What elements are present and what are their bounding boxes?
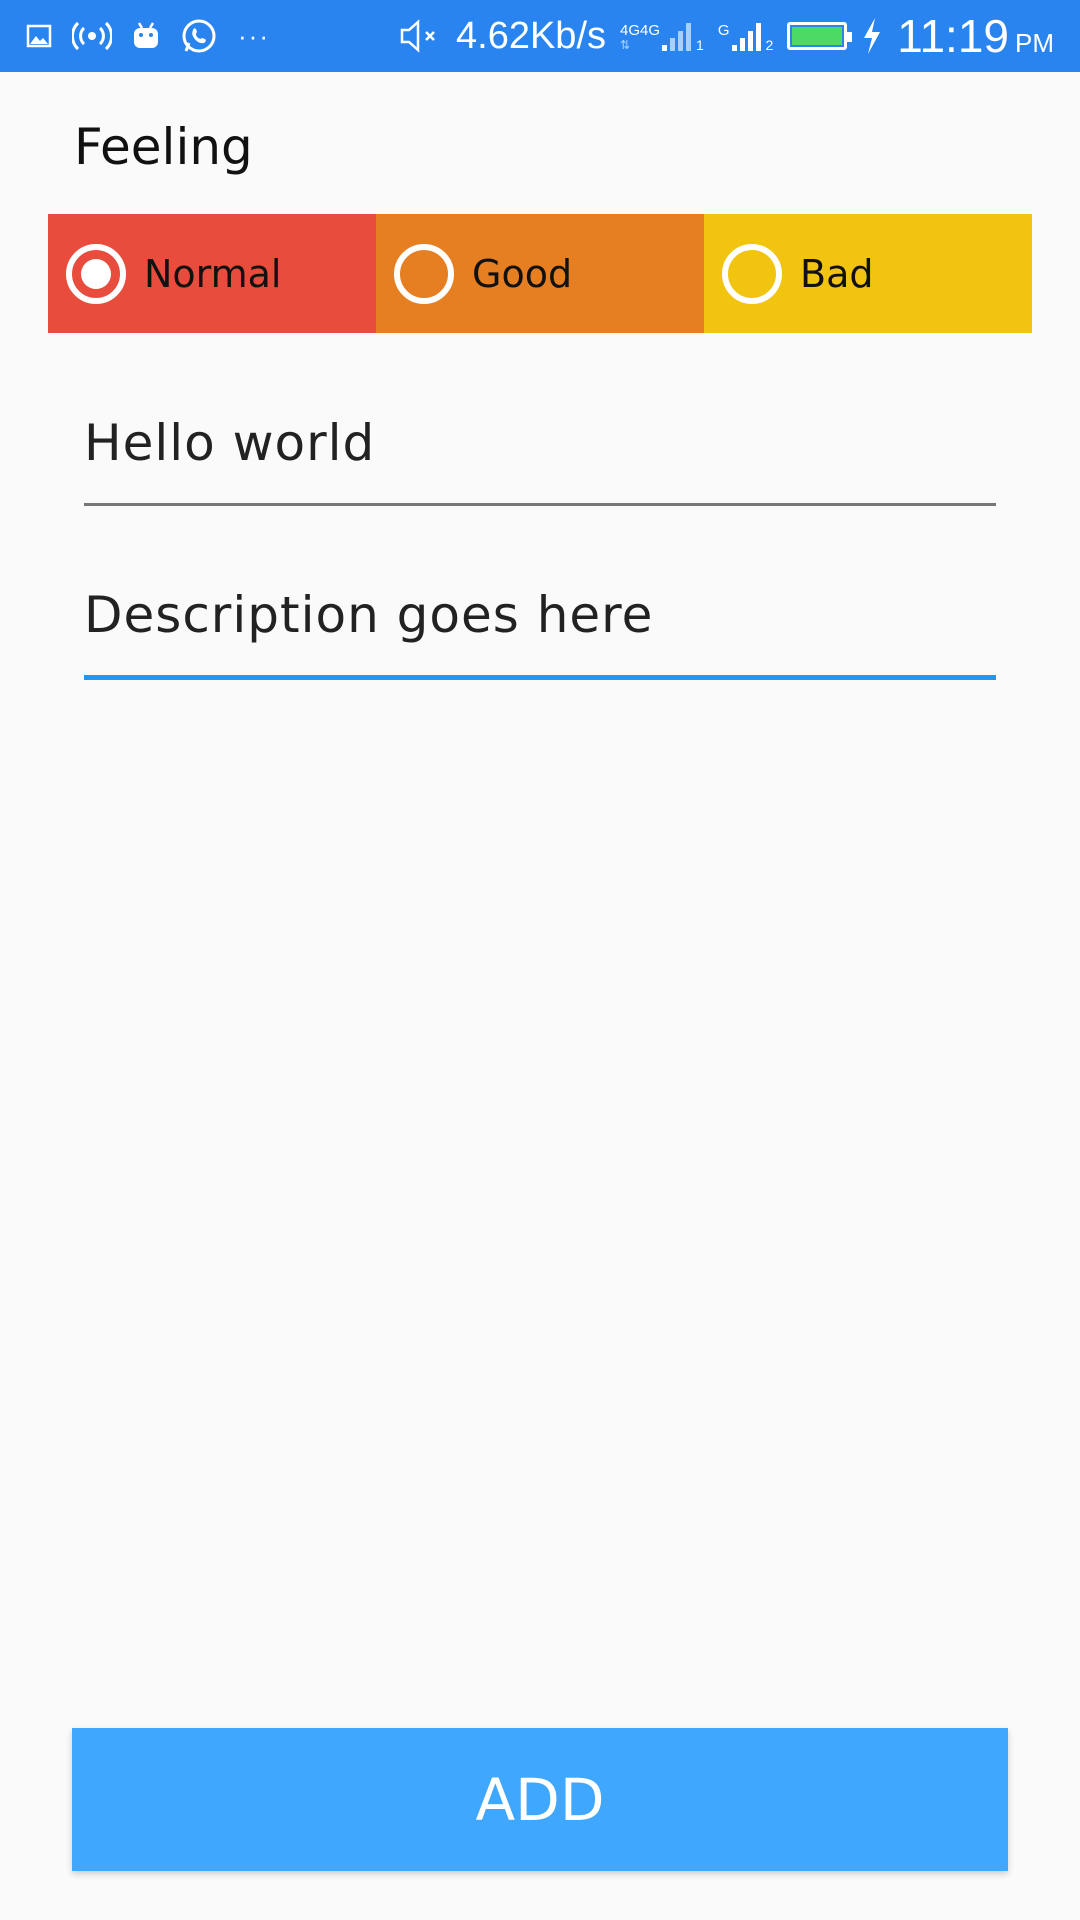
sim2-signal: G 2 (718, 19, 773, 53)
battery-fill (792, 27, 843, 45)
title-field[interactable]: Hello world (84, 400, 996, 506)
more-icon: ··· (238, 20, 270, 51)
status-bar-right: 4.62Kb/s 4G ⇅ 4G 1 G 2 11:19 PM (384, 9, 1054, 63)
sim-number: 2 (765, 37, 774, 53)
clock-time: 11:19 (897, 10, 1009, 62)
sim1-signal: 4G ⇅ 4G 1 (620, 19, 704, 53)
net-type-label: 4G (620, 22, 641, 39)
mute-icon (398, 19, 442, 53)
clock: 11:19 PM (897, 9, 1054, 63)
signal-icon (662, 23, 692, 51)
hotspot-icon (72, 21, 112, 51)
battery-icon (787, 22, 853, 50)
clock-ampm: PM (1015, 28, 1054, 58)
feeling-option-bad[interactable]: Bad (704, 214, 1032, 333)
feeling-label: Feeling (74, 118, 253, 176)
feeling-option-label: Normal (144, 251, 282, 296)
android-icon (132, 21, 160, 51)
radio-unchecked-icon[interactable] (394, 243, 454, 304)
status-bar-left: ··· (26, 17, 290, 55)
feeling-option-label: Bad (800, 251, 874, 296)
title-input-value[interactable]: Hello world (84, 400, 996, 472)
status-bar: ··· 4.62Kb/s 4G ⇅ 4G 1 G 2 11:19 PM (0, 0, 1080, 72)
sim-number: 1 (696, 37, 704, 53)
feeling-option-normal[interactable]: Normal (48, 214, 376, 333)
description-input-value[interactable]: Description goes here (84, 572, 996, 644)
net-type-label: 4G (640, 22, 661, 39)
whatsapp-icon (180, 17, 218, 55)
radio-checked-icon[interactable] (66, 243, 126, 304)
description-field[interactable]: Description goes here (84, 572, 996, 680)
add-button[interactable]: ADD (72, 1728, 1008, 1871)
data-arrows-icon: ⇅ (620, 38, 631, 52)
radio-dot (81, 258, 111, 289)
signal-icon (731, 23, 761, 51)
net-type-label: G (717, 22, 730, 39)
charging-icon (861, 17, 883, 55)
feeling-option-good[interactable]: Good (376, 214, 704, 333)
gallery-icon (26, 23, 52, 49)
feeling-radio-group: Normal Good Bad (48, 214, 1032, 333)
feeling-option-label: Good (472, 251, 573, 296)
network-speed: 4.62Kb/s (456, 14, 606, 57)
radio-unchecked-icon[interactable] (722, 243, 782, 304)
